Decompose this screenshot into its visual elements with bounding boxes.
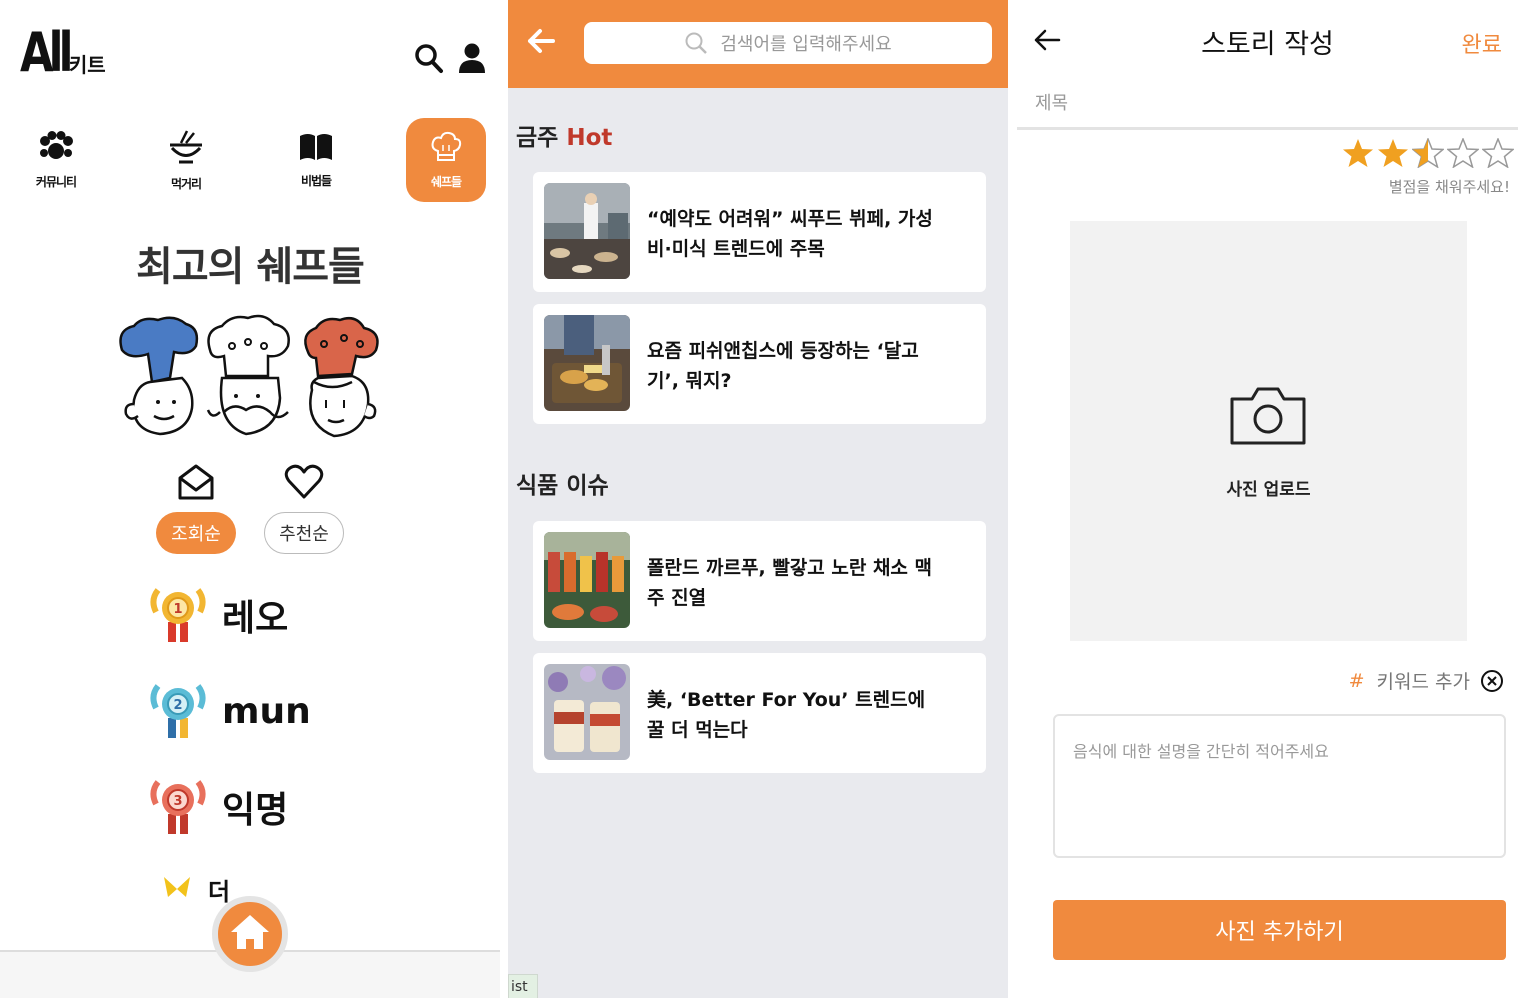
category-food[interactable]: 먹거리 — [146, 118, 226, 202]
sort-by-views-button[interactable]: 조회순 — [156, 512, 236, 554]
title-input[interactable]: 제목 — [1017, 88, 1518, 130]
photo-upload-label: 사진 업로드 — [1226, 480, 1311, 500]
category-label: 비법들 — [300, 173, 332, 188]
story-write-screen: 스토리 작성 완료 제목 별점을 채워주세요! 사진 업로드 # 키워드 추가 … — [1017, 0, 1518, 998]
search-header: 검색어를 입력해주세요 — [508, 0, 1008, 88]
article-title: “예약도 어려워” 씨푸드 뷔페, 가성비·미식 트렌드에 주목 — [647, 208, 933, 260]
hot-section-title: 금주 Hot — [516, 118, 612, 152]
home-button[interactable] — [212, 896, 288, 972]
rank-item-3[interactable]: 3 익명 — [148, 774, 288, 840]
chef-hat-icon — [430, 131, 462, 167]
search-input[interactable]: 검색어를 입력해주세요 — [584, 22, 992, 64]
keyword-label: 키워드 추가 — [1376, 671, 1470, 693]
ribbon-icon — [162, 875, 192, 905]
search-icon[interactable] — [414, 42, 444, 74]
rank-item-1[interactable]: 1 레오 — [148, 582, 288, 648]
star-empty-icon[interactable] — [1482, 138, 1514, 168]
user-icon[interactable] — [458, 42, 486, 74]
sort-by-likes-button[interactable]: 추천순 — [264, 512, 344, 554]
logo-sub-text: 키트 — [68, 53, 106, 77]
search-placeholder: 검색어를 입력해주세요 — [720, 34, 892, 55]
more-item[interactable]: 더 — [162, 872, 230, 907]
app-logo[interactable]: All 키트 — [20, 26, 106, 80]
search-icon — [685, 32, 708, 54]
envelope-open-icon — [178, 464, 214, 500]
book-icon — [298, 132, 334, 166]
star-rating[interactable] — [1342, 138, 1514, 168]
star-empty-icon[interactable] — [1447, 138, 1479, 168]
category-bar: 커뮤니티 먹거리 비법들 쉐프들 — [0, 118, 500, 208]
gold-medal-icon: 1 — [148, 582, 208, 648]
category-label: 커뮤니티 — [35, 174, 77, 189]
article-thumbnail — [544, 532, 630, 628]
bronze-medal-icon: 3 — [148, 774, 208, 840]
category-community[interactable]: 커뮤니티 — [16, 118, 96, 202]
hash-icon: # — [1348, 669, 1365, 692]
divider — [500, 0, 508, 998]
back-arrow-icon[interactable] — [526, 26, 556, 60]
news-search-screen: 검색어를 입력해주세요 금주 Hot “예약도 어려워” 씨푸드 뷔페, 가성비… — [508, 0, 1008, 998]
article-title: 요즘 피쉬앤칩스에 등장하는 ‘달고기’, 뭐지? — [647, 340, 919, 392]
category-recipes[interactable]: 비법들 — [276, 118, 356, 202]
silver-medal-icon: 2 — [148, 678, 208, 744]
paw-icon — [38, 130, 74, 167]
rating-hint: 별점을 채워주세요! — [1388, 178, 1510, 196]
article-card[interactable]: 美, ‘Better For You’ 트렌드에 꿀 더 먹는다 — [533, 653, 986, 773]
category-chefs[interactable]: 쉐프들 — [406, 118, 486, 202]
photo-upload-area[interactable]: 사진 업로드 — [1070, 221, 1467, 641]
heart-icon — [284, 464, 324, 499]
divider — [1008, 0, 1017, 998]
star-half-icon[interactable] — [1412, 138, 1444, 168]
article-title: 美, ‘Better For You’ 트렌드에 꿀 더 먹는다 — [647, 689, 926, 741]
best-chefs-heading: 최고의 쉐프들 — [136, 244, 365, 290]
article-thumbnail — [544, 183, 630, 279]
add-keyword-button[interactable]: # 키워드 추가 — [1349, 667, 1504, 694]
svg-text:1: 1 — [173, 602, 182, 617]
hot-prefix: 금주 — [516, 125, 559, 151]
rank-item-2[interactable]: 2 mun — [148, 678, 311, 744]
svg-text:3: 3 — [173, 794, 182, 809]
category-label: 쉐프들 — [430, 174, 462, 189]
article-thumbnail — [544, 315, 630, 411]
star-full-icon[interactable] — [1377, 138, 1409, 168]
article-card[interactable]: “예약도 어려워” 씨푸드 뷔페, 가성비·미식 트렌드에 주목 — [533, 172, 986, 292]
chef-name: 익명 — [222, 790, 289, 831]
article-card[interactable]: 요즘 피쉬앤칩스에 등장하는 ‘달고기’, 뭐지? — [533, 304, 986, 424]
home-icon — [229, 912, 271, 956]
svg-text:2: 2 — [173, 698, 182, 713]
done-button[interactable]: 완료 — [1462, 27, 1502, 59]
hot-suffix: Hot — [566, 125, 613, 151]
corner-tab[interactable]: ist — [508, 974, 538, 998]
chef-name: mun — [222, 690, 311, 732]
close-circle-icon[interactable] — [1480, 669, 1504, 693]
add-photo-button[interactable]: 사진 추가하기 — [1053, 900, 1506, 960]
page-title: 스토리 작성 — [1201, 29, 1334, 60]
star-full-icon[interactable] — [1342, 138, 1374, 168]
article-thumbnail — [544, 664, 630, 760]
issue-section-title: 식품 이슈 — [516, 473, 609, 499]
category-label: 먹거리 — [170, 176, 202, 191]
logo-main-text: All — [20, 21, 73, 84]
home-chefs-screen: All 키트 커뮤니티 먹거리 비법들 쉐프들 최고의 쉐프들 조회순 추천순 … — [0, 0, 500, 998]
more-label: 더 — [208, 878, 231, 906]
article-title: 폴란드 까르푸, 빨갛고 노란 채소 맥주 진열 — [647, 557, 933, 609]
description-textarea[interactable]: 음식에 대한 설명을 간단히 적어주세요 — [1053, 714, 1506, 858]
article-card[interactable]: 폴란드 까르푸, 빨갛고 노란 채소 맥주 진열 — [533, 521, 986, 641]
camera-icon — [1228, 385, 1308, 451]
chefs-illustration — [112, 312, 388, 446]
bowl-icon — [167, 129, 205, 169]
chef-name: 레오 — [222, 598, 289, 639]
